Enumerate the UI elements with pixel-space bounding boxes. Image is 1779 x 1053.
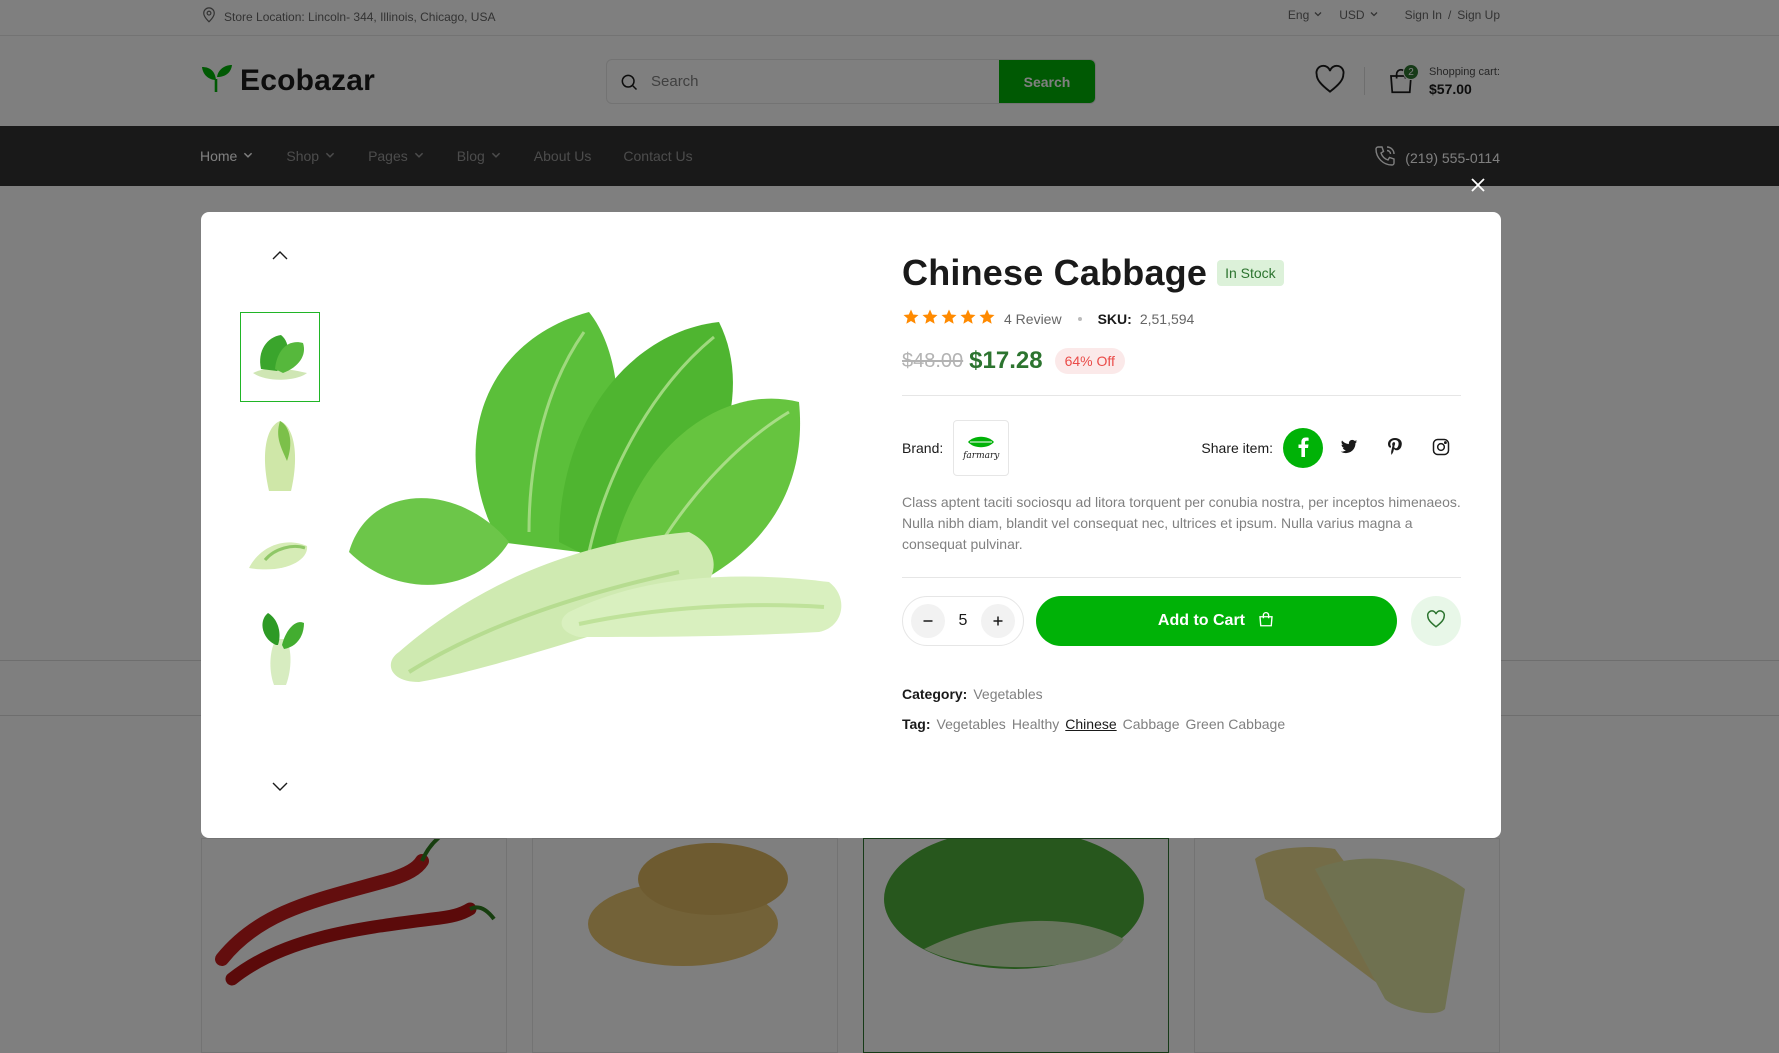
category-label: Category: — [902, 686, 968, 702]
brand-label: Brand: — [902, 440, 944, 456]
stock-badge: In Stock — [1217, 260, 1284, 286]
thumbnail-next-button[interactable] — [240, 774, 320, 804]
pak-choi-thumbnail — [253, 335, 307, 380]
star-icon — [902, 308, 920, 329]
heart-icon — [1426, 609, 1446, 633]
plus-icon — [992, 611, 1004, 632]
chevron-up-icon — [271, 248, 289, 266]
instagram-icon — [1431, 437, 1451, 460]
product-description: Class aptent taciti sociosqu ad litora t… — [902, 494, 1461, 552]
star-icon — [959, 308, 977, 329]
divider — [902, 395, 1461, 396]
leaf-icon — [968, 436, 995, 448]
chinese-cabbage-image — [349, 312, 842, 682]
quantity-decrease-button[interactable] — [911, 604, 945, 638]
brand-logo-text: farmary — [963, 451, 1000, 461]
cabbage-half-thumbnail — [249, 542, 308, 570]
sale-price: $17.28 — [969, 347, 1043, 374]
napa-cabbage-thumbnail — [264, 421, 296, 491]
sku-label: SKU: — [1097, 310, 1132, 327]
review-count[interactable]: 4 Review — [1004, 311, 1062, 327]
thumbnail-3[interactable] — [240, 510, 320, 600]
add-to-wishlist-button[interactable] — [1411, 596, 1461, 646]
brand-logo[interactable]: farmary — [953, 420, 1010, 476]
add-to-cart-label: Add to Cart — [1157, 612, 1245, 629]
tag-link-active[interactable]: Chinese — [1065, 716, 1116, 732]
twitter-share-button[interactable] — [1329, 428, 1369, 468]
thumbnail-1[interactable] — [240, 312, 320, 402]
sku-value: 2,51,594 — [1139, 310, 1195, 327]
category-link[interactable]: Vegetables — [973, 686, 1042, 702]
tag-row: Tag: Vegetables Healthy Chinese Cabbage … — [902, 716, 1461, 732]
quantity-increase-button[interactable] — [980, 604, 1015, 638]
product-info: Chinese Cabbage In Stock 4 Review SKU: 2… — [902, 252, 1461, 732]
pinterest-share-button[interactable] — [1375, 428, 1415, 468]
original-price: $48.00 — [902, 349, 964, 372]
product-title: Chinese Cabbage — [902, 252, 1208, 293]
discount-badge: 64% Off — [1054, 348, 1125, 374]
quantity-stepper: 5 — [902, 596, 1024, 646]
star-icon — [921, 308, 939, 329]
tag-label: Tag: — [902, 716, 931, 732]
facebook-icon — [1297, 437, 1309, 460]
thumbnail-4[interactable] — [240, 604, 320, 694]
divider — [902, 577, 1461, 578]
tag-link[interactable]: Healthy — [1012, 716, 1059, 732]
chevron-down-icon — [271, 780, 289, 798]
share-label: Share item: — [1201, 440, 1273, 456]
meta-separator-dot — [1077, 316, 1082, 321]
bok-choy-thumbnail — [262, 613, 304, 685]
close-icon[interactable] — [1466, 173, 1490, 197]
pinterest-icon — [1387, 437, 1403, 460]
product-main-image — [329, 252, 859, 732]
twitter-icon — [1340, 439, 1358, 458]
tag-link[interactable]: Vegetables — [937, 716, 1006, 732]
thumbnail-prev-button[interactable] — [240, 242, 320, 272]
quick-view-modal: Chinese Cabbage In Stock 4 Review SKU: 2… — [201, 212, 1501, 838]
star-icon — [978, 308, 996, 329]
tag-link[interactable]: Green Cabbage — [1185, 716, 1285, 732]
shopping-bag-icon — [1257, 610, 1275, 633]
quantity-value[interactable]: 5 — [958, 612, 967, 630]
tag-link[interactable]: Cabbage — [1123, 716, 1180, 732]
star-icon — [940, 308, 958, 329]
share-item: Share item: — [1201, 428, 1461, 468]
instagram-share-button[interactable] — [1421, 428, 1461, 468]
facebook-share-button[interactable] — [1283, 428, 1323, 468]
thumbnail-2[interactable] — [240, 412, 320, 502]
star-rating — [902, 308, 996, 329]
add-to-cart-button[interactable]: Add to Cart — [1035, 596, 1398, 646]
category-row: Category: Vegetables — [902, 686, 1461, 702]
minus-icon — [922, 611, 934, 632]
